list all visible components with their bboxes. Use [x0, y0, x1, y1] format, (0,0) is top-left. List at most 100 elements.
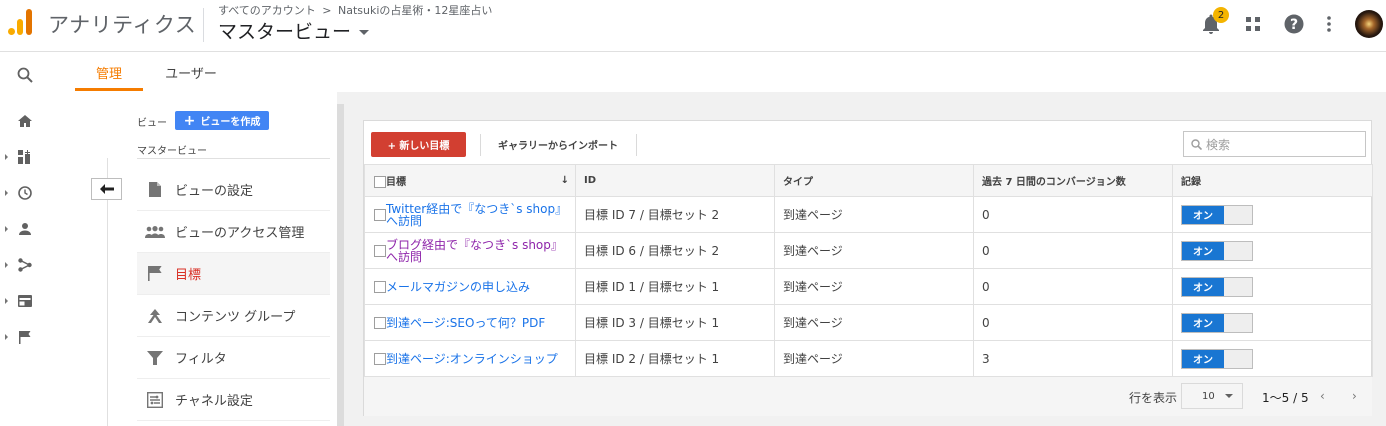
- tab-bar: 管理 ユーザー: [74, 52, 1386, 92]
- more-vert-icon[interactable]: [1317, 12, 1341, 36]
- menu-label: ビューのアクセス管理: [175, 226, 305, 241]
- expand-arrow-icon[interactable]: [5, 154, 8, 160]
- column-goal[interactable]: 目標 ↓: [364, 164, 576, 197]
- rows-per-page-label: 行を表示: [1129, 391, 1178, 405]
- table-row: ブログ経由で『なつき`s shop』 へ訪問 目標 ID 6 / 目標セット 2 …: [364, 232, 1373, 269]
- header-divider: [203, 8, 204, 42]
- menu-label: コンテンツ グループ: [175, 310, 296, 325]
- goal-id: 目標 ID 3 / 目標セット 1: [575, 304, 775, 341]
- goal-id: 目標 ID 7 / 目標セット 2: [575, 196, 775, 233]
- menu-filters[interactable]: フィルタ: [137, 337, 330, 379]
- goal-id: 目標 ID 6 / 目標セット 2: [575, 232, 775, 269]
- rows-per-page-select[interactable]: 10: [1181, 383, 1243, 409]
- goal-conversions: 0: [973, 304, 1173, 341]
- goal-link[interactable]: ブログ経由で『なつき`s shop』 へ訪問: [386, 239, 575, 263]
- goal-conversions: 0: [973, 232, 1173, 269]
- goals-table: 目標 ↓ ID タイプ 過去 7 日間のコンバージョン数 記録 Twitter経由…: [364, 164, 1373, 377]
- tab-user[interactable]: ユーザー: [156, 52, 226, 92]
- svg-text:?: ?: [1290, 17, 1298, 33]
- avatar[interactable]: [1355, 10, 1383, 38]
- search-icon[interactable]: [16, 66, 34, 84]
- menu-view-access[interactable]: ビューのアクセス管理: [137, 211, 330, 253]
- conversions-icon[interactable]: [16, 328, 34, 346]
- goal-link[interactable]: 到達ページ:オンラインショップ: [386, 353, 575, 365]
- menu-label: チャネル設定: [175, 394, 253, 409]
- next-page-button[interactable]: ›: [1352, 389, 1357, 403]
- view-label: ビュー: [137, 118, 167, 129]
- search-icon: [1191, 138, 1202, 150]
- column-divider: [337, 104, 344, 426]
- goal-id: 目標 ID 1 / 目標セット 1: [575, 268, 775, 305]
- expand-arrow-icon[interactable]: [5, 334, 8, 340]
- help-icon[interactable]: ?: [1282, 12, 1306, 36]
- new-goal-button[interactable]: + 新しい目標: [371, 132, 466, 157]
- row-checkbox[interactable]: [374, 209, 386, 221]
- recording-toggle[interactable]: オン: [1181, 312, 1253, 333]
- sort-down-icon[interactable]: ↓: [561, 175, 569, 186]
- menu-label: フィルタ: [175, 352, 227, 367]
- realtime-icon[interactable]: [16, 184, 34, 202]
- goal-link[interactable]: Twitter経由で『なつき`s shop』 へ訪問: [386, 203, 575, 227]
- goal-conversions: 0: [973, 196, 1173, 233]
- audience-icon[interactable]: [16, 220, 34, 238]
- column-type[interactable]: タイプ: [774, 164, 974, 197]
- import-from-gallery-button[interactable]: ギャラリーからインポート: [498, 137, 618, 152]
- row-checkbox[interactable]: [374, 353, 386, 365]
- chevron-down-icon: [1224, 394, 1233, 398]
- analytics-logo[interactable]: [8, 9, 34, 35]
- create-view-button[interactable]: + ビューを作成: [175, 111, 269, 130]
- customization-icon[interactable]: [16, 148, 34, 166]
- recording-toggle[interactable]: オン: [1181, 276, 1253, 297]
- channel-icon: [145, 390, 165, 410]
- breadcrumb-all-accounts[interactable]: すべてのアカウント: [218, 4, 316, 17]
- back-button[interactable]: [91, 178, 122, 200]
- table-row: メールマガジンの申し込み 目標 ID 1 / 目標セット 1 到達ページ 0 オ…: [364, 268, 1373, 305]
- recording-toggle[interactable]: オン: [1181, 204, 1253, 225]
- expand-arrow-icon[interactable]: [5, 226, 8, 232]
- people-icon: [145, 222, 165, 242]
- table-header-row: 目標 ↓ ID タイプ 過去 7 日間のコンバージョン数 記録: [364, 164, 1373, 197]
- menu-content-grouping[interactable]: コンテンツ グループ: [137, 295, 330, 337]
- top-bar: アナリティクス すべてのアカウント > Natsukiの占星術・12星座占い マ…: [0, 0, 1386, 52]
- create-view-label: ビューを作成: [200, 117, 261, 128]
- filter-icon: [145, 348, 165, 368]
- document-icon: [145, 180, 165, 200]
- menu-channel-settings[interactable]: チャネル設定: [137, 379, 330, 421]
- goal-type: 到達ページ: [774, 196, 974, 233]
- row-checkbox[interactable]: [374, 245, 386, 257]
- row-checkbox[interactable]: [374, 281, 386, 293]
- column-id[interactable]: ID: [575, 164, 775, 197]
- expand-arrow-icon[interactable]: [5, 262, 8, 268]
- menu-label: ビューの設定: [175, 184, 254, 199]
- left-nav: [0, 52, 74, 426]
- expand-arrow-icon[interactable]: [5, 298, 8, 304]
- expand-arrow-icon[interactable]: [5, 190, 8, 196]
- apps-icon[interactable]: [1241, 12, 1265, 36]
- prev-page-button[interactable]: ‹: [1320, 389, 1325, 403]
- tab-admin[interactable]: 管理: [74, 52, 144, 92]
- breadcrumb-separator: >: [322, 4, 332, 17]
- column-conversions[interactable]: 過去 7 日間のコンバージョン数: [973, 164, 1173, 197]
- search-input[interactable]: 検索: [1183, 131, 1366, 157]
- behavior-icon[interactable]: [16, 292, 34, 310]
- breadcrumb[interactable]: すべてのアカウント > Natsukiの占星術・12星座占い: [218, 2, 492, 18]
- goal-conversions: 3: [973, 340, 1173, 377]
- search-placeholder: 検索: [1206, 137, 1231, 152]
- home-icon[interactable]: [16, 112, 34, 130]
- recording-toggle[interactable]: オン: [1181, 348, 1253, 369]
- view-selector[interactable]: マスタービュー: [218, 17, 370, 44]
- goal-link[interactable]: メールマガジンの申し込み: [386, 281, 575, 293]
- breadcrumb-property[interactable]: Natsukiの占星術・12星座占い: [338, 4, 492, 17]
- recording-toggle[interactable]: オン: [1181, 240, 1253, 261]
- acquisition-icon[interactable]: [16, 256, 34, 274]
- select-all-checkbox[interactable]: [374, 176, 386, 188]
- menu-goals[interactable]: 目標: [137, 253, 330, 295]
- view-divider: [137, 158, 330, 159]
- page-range: 1～5 / 5: [1262, 391, 1309, 405]
- goal-link[interactable]: 到達ページ:SEOって何？PDF: [386, 317, 575, 329]
- grouping-icon: [145, 306, 165, 326]
- row-checkbox[interactable]: [374, 317, 386, 329]
- chevron-down-icon: [359, 30, 370, 35]
- column-recording[interactable]: 記録: [1172, 164, 1373, 197]
- menu-view-settings[interactable]: ビューの設定: [137, 169, 330, 211]
